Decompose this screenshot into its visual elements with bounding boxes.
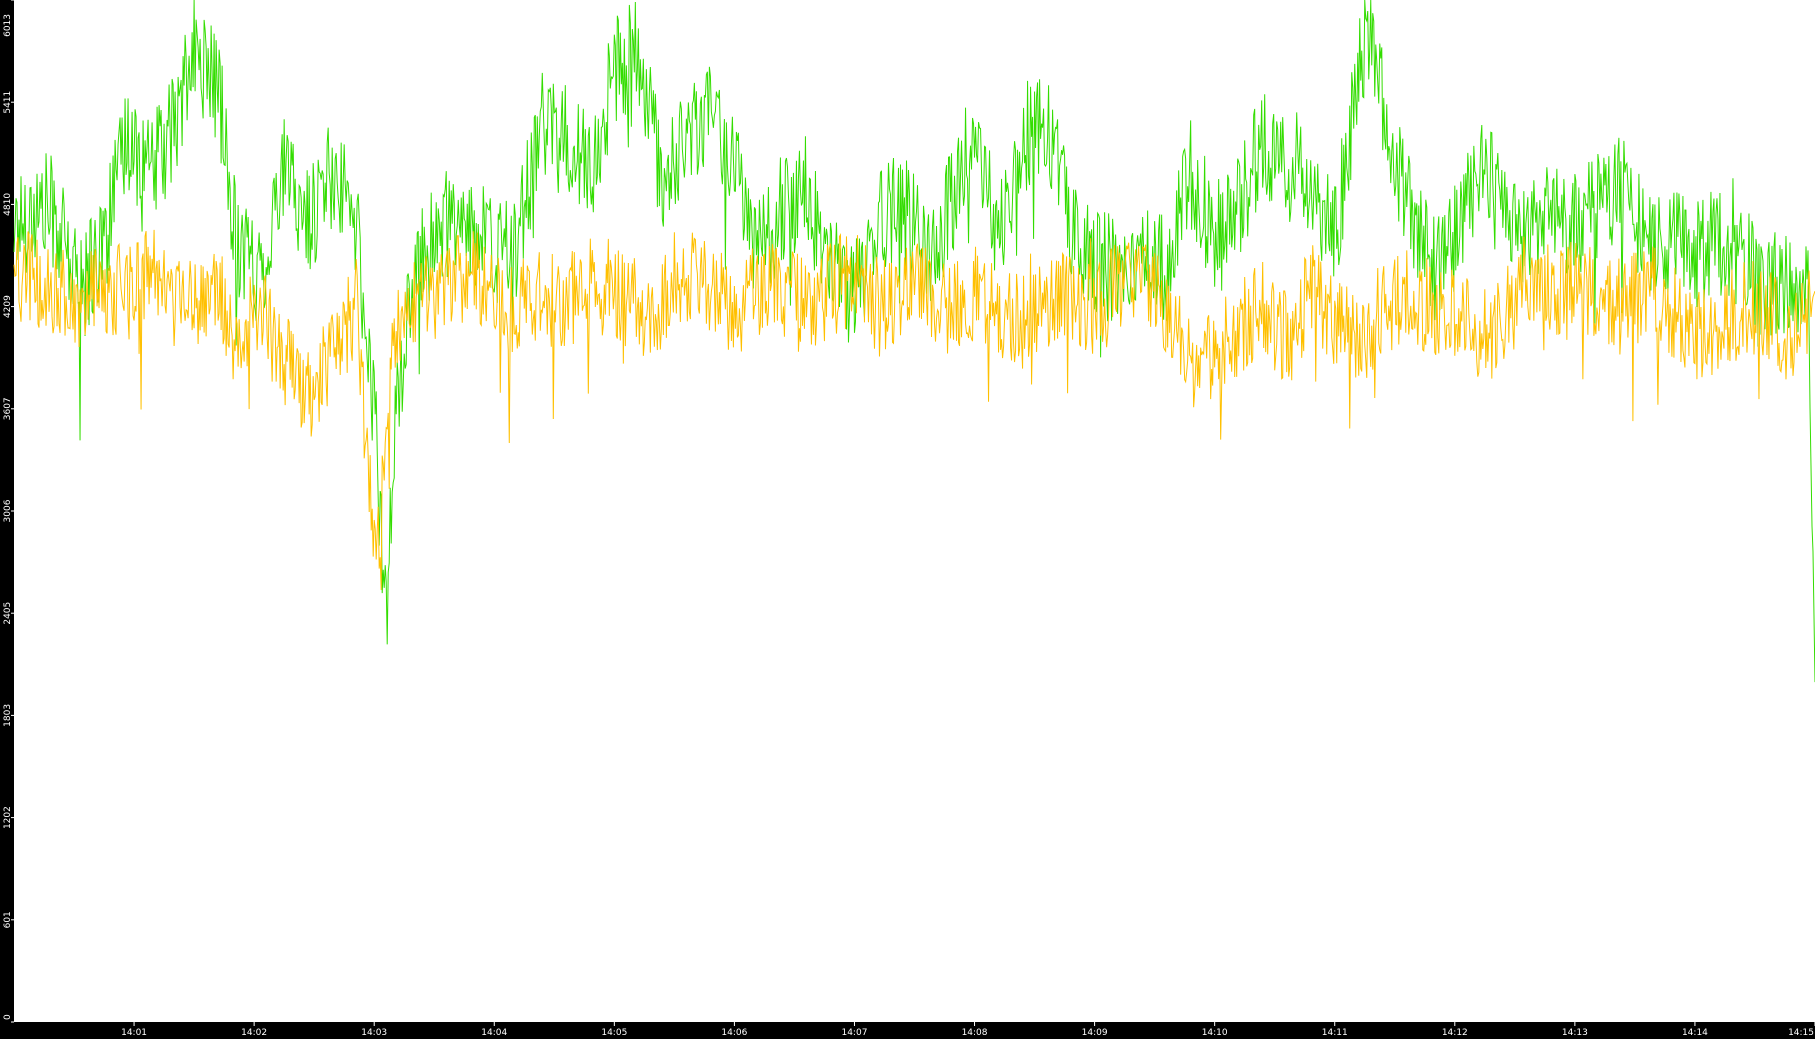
- x-tick-label: 14:07: [841, 1028, 867, 1038]
- x-tick-label: 14:01: [121, 1028, 147, 1038]
- x-tick-label: 14:08: [962, 1028, 988, 1038]
- x-tick-label: 14:10: [1202, 1028, 1228, 1038]
- y-tick-label: 0: [3, 1014, 13, 1020]
- x-tick-label: 14:03: [361, 1028, 387, 1038]
- x-tick-label: 14:13: [1562, 1028, 1588, 1038]
- x-tick-label: 14:14: [1682, 1028, 1708, 1038]
- line-chart: 0601120218032405300636074209481054116013…: [0, 0, 1815, 1039]
- x-tick-label: 14:02: [241, 1028, 267, 1038]
- x-tick-label: 14:06: [721, 1028, 747, 1038]
- x-tick-label: 14:15: [1788, 1028, 1814, 1038]
- y-tick-label: 6013: [3, 14, 13, 37]
- x-tick-label: 14:09: [1082, 1028, 1108, 1038]
- x-tick-label: 14:05: [601, 1028, 627, 1038]
- x-tick-label: 14:12: [1442, 1028, 1468, 1038]
- x-tick-label: 14:04: [481, 1028, 507, 1038]
- x-tick-label: 14:11: [1322, 1028, 1348, 1038]
